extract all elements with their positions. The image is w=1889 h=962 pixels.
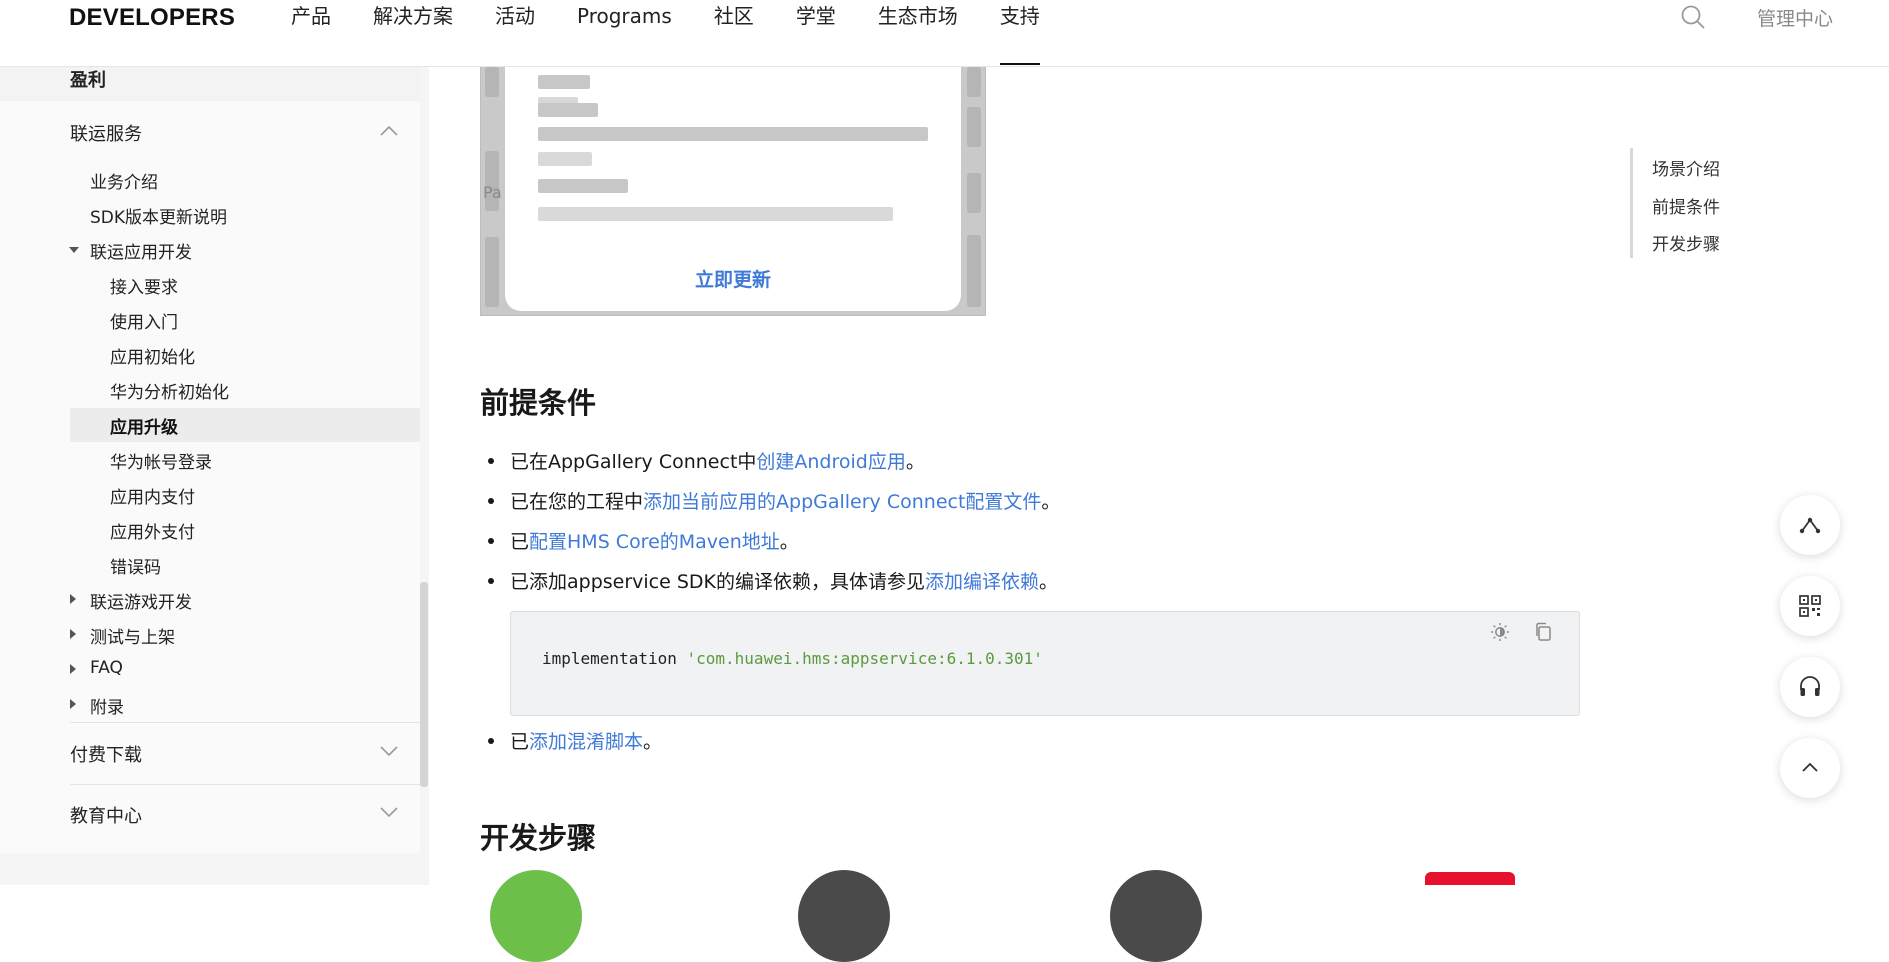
dialog-card: 立即更新 bbox=[505, 67, 961, 311]
code-string: 'com.huawei.hms:appservice:6.1.0.301' bbox=[686, 649, 1043, 668]
sidebar-item-game-dev[interactable]: 联运游戏开发 bbox=[90, 588, 192, 613]
list-item-text: 。 bbox=[779, 531, 799, 553]
sidebar-panel: 盈利 联运服务 业务介绍 SDK版本更新说明 联运应用开发 接入要求 使用入门 … bbox=[0, 66, 420, 853]
list-item-text: 已添加appservice SDK的编译依赖，具体请参见 bbox=[510, 571, 926, 593]
sidebar-item-sdk-notes[interactable]: SDK版本更新说明 bbox=[90, 203, 227, 228]
sidebar-section-paid-download[interactable]: 付费下载 bbox=[0, 723, 420, 783]
upgrade-dialog-screenshot: Pa 立即更新 bbox=[480, 66, 986, 316]
step-badge bbox=[1425, 872, 1515, 885]
list-item-text: 。 bbox=[1041, 491, 1061, 513]
code-line[interactable]: implementation 'com.huawei.hms:appservic… bbox=[542, 649, 1043, 668]
sidebar-item-app-init[interactable]: 应用初始化 bbox=[110, 343, 195, 368]
sidebar-item-app-dev[interactable]: 联运应用开发 bbox=[90, 238, 192, 263]
sidebar-item-error-codes[interactable]: 错误码 bbox=[110, 553, 161, 578]
nav-item-community[interactable]: 社区 bbox=[714, 4, 754, 65]
update-now-button: 立即更新 bbox=[694, 269, 771, 291]
list-item-text: 已 bbox=[510, 531, 530, 553]
toc-item-dev-steps[interactable]: 开发步骤 bbox=[1652, 230, 1720, 255]
chevron-down-icon bbox=[380, 807, 398, 818]
list-item-text: 已 bbox=[510, 731, 530, 753]
sidebar-item-appendix[interactable]: 附录 bbox=[90, 693, 124, 718]
dev-steps-heading: 开发步骤 bbox=[480, 821, 597, 855]
sidebar-section-label: 教育中心 bbox=[70, 806, 142, 827]
code-block: implementation 'com.huawei.hms:appservic… bbox=[510, 611, 1580, 716]
caret-right-icon[interactable] bbox=[70, 664, 76, 674]
nav-item-products[interactable]: 产品 bbox=[291, 4, 331, 65]
copy-icon[interactable] bbox=[1534, 622, 1552, 642]
chevron-down-icon bbox=[380, 746, 398, 757]
add-config-file-link[interactable]: 添加当前应用的AppGallery Connect配置文件 bbox=[643, 491, 1041, 513]
sidebar-scrollbar[interactable] bbox=[420, 582, 428, 787]
caret-right-icon[interactable] bbox=[70, 699, 76, 709]
caret-down-icon[interactable] bbox=[69, 247, 79, 253]
list-item-text: 。 bbox=[905, 451, 925, 473]
list-item: 已添加appservice SDK的编译依赖，具体请参见添加编译依赖。 bbox=[487, 567, 1059, 594]
nav-item-solutions[interactable]: 解决方案 bbox=[373, 4, 453, 65]
nav-item-programs[interactable]: Programs bbox=[577, 4, 672, 65]
add-obfuscation-script-link[interactable]: 添加混淆脚本 bbox=[529, 731, 643, 753]
nav-item-marketplace[interactable]: 生态市场 bbox=[878, 4, 958, 65]
prerequisites-heading: 前提条件 bbox=[480, 386, 597, 420]
nav-item-academy[interactable]: 学堂 bbox=[796, 4, 836, 65]
share-icon bbox=[1799, 517, 1821, 534]
list-item: 已配置HMS Core的Maven地址。 bbox=[488, 527, 799, 554]
toc-item-scenario[interactable]: 场景介绍 bbox=[1652, 155, 1720, 180]
code-keyword: implementation bbox=[542, 649, 687, 668]
sidebar-item-faq[interactable]: FAQ bbox=[90, 658, 123, 678]
customer-support-button[interactable] bbox=[1780, 657, 1840, 717]
list-item-text: 已在您的工程中 bbox=[510, 491, 644, 513]
qrcode-button[interactable] bbox=[1780, 576, 1840, 636]
list-item: 已添加混淆脚本。 bbox=[487, 727, 663, 754]
admin-center-link[interactable]: 管理中心 bbox=[1757, 4, 1833, 31]
list-item-text: 。 bbox=[643, 731, 663, 753]
sidebar-item-app-upgrade[interactable]: 应用升级 bbox=[110, 413, 178, 438]
list-item: 已在您的工程中添加当前应用的AppGallery Connect配置文件。 bbox=[487, 487, 1061, 514]
sidebar-item-access-requirements[interactable]: 接入要求 bbox=[110, 273, 178, 298]
sidebar-item-analytics-init[interactable]: 华为分析初始化 bbox=[110, 378, 229, 403]
caret-right-icon[interactable] bbox=[70, 629, 76, 639]
sidebar-item-in-app-payment[interactable]: 应用内支付 bbox=[110, 483, 195, 508]
headset-icon bbox=[1800, 676, 1820, 696]
sidebar-category-profit[interactable]: 盈利 bbox=[0, 66, 420, 101]
sidebar-item-account-login[interactable]: 华为帐号登录 bbox=[110, 448, 212, 473]
qrcode-icon bbox=[1799, 595, 1821, 617]
list-item-text: 已在AppGallery Connect中 bbox=[510, 451, 757, 473]
step-circle bbox=[490, 870, 582, 962]
sidebar-section-label: 联运服务 bbox=[70, 124, 142, 145]
step-circle bbox=[1110, 870, 1202, 962]
sidebar-section-education[interactable]: 教育中心 bbox=[0, 784, 420, 844]
brand-logo[interactable]: DEVELOPERS bbox=[69, 4, 235, 32]
chevron-up-icon bbox=[1802, 762, 1818, 772]
list-item-text: 。 bbox=[1039, 571, 1059, 593]
theme-toggle-icon[interactable] bbox=[1490, 622, 1510, 642]
create-android-app-link[interactable]: 创建Android应用 bbox=[756, 451, 905, 473]
share-button[interactable] bbox=[1780, 495, 1840, 555]
step-circle bbox=[798, 870, 890, 962]
sidebar-item-intro[interactable]: 业务介绍 bbox=[90, 168, 158, 193]
sidebar-section-joint-operation[interactable]: 联运服务 bbox=[0, 102, 420, 162]
toc-item-prerequisites[interactable]: 前提条件 bbox=[1652, 193, 1720, 218]
docs-sidebar: 盈利 联运服务 业务介绍 SDK版本更新说明 联运应用开发 接入要求 使用入门 … bbox=[0, 66, 429, 885]
top-navigation-bar: DEVELOPERS 产品 解决方案 活动 Programs 社区 学堂 生态市… bbox=[0, 0, 1889, 67]
caret-right-icon[interactable] bbox=[70, 594, 76, 604]
main-menu: 产品 解决方案 活动 Programs 社区 学堂 生态市场 支持 bbox=[291, 4, 1082, 65]
search-icon[interactable] bbox=[1680, 4, 1706, 30]
add-dependency-link[interactable]: 添加编译依赖 bbox=[925, 571, 1039, 593]
nav-item-support[interactable]: 支持 bbox=[999, 4, 1040, 65]
sidebar-item-getting-started[interactable]: 使用入门 bbox=[110, 308, 178, 333]
configure-maven-link[interactable]: 配置HMS Core的Maven地址 bbox=[529, 531, 780, 553]
sidebar-item-testing-release[interactable]: 测试与上架 bbox=[90, 623, 175, 648]
image-corner-text: Pa bbox=[483, 183, 502, 202]
sidebar-item-external-payment[interactable]: 应用外支付 bbox=[110, 518, 195, 543]
sidebar-category-label: 盈利 bbox=[70, 70, 106, 91]
chevron-up-icon bbox=[380, 125, 398, 136]
sidebar-section-label: 付费下载 bbox=[70, 745, 142, 766]
back-to-top-button[interactable] bbox=[1780, 738, 1840, 798]
list-item: 已在AppGallery Connect中创建Android应用。 bbox=[488, 447, 925, 474]
toc-rail bbox=[1630, 148, 1633, 258]
nav-item-events[interactable]: 活动 bbox=[495, 4, 535, 65]
